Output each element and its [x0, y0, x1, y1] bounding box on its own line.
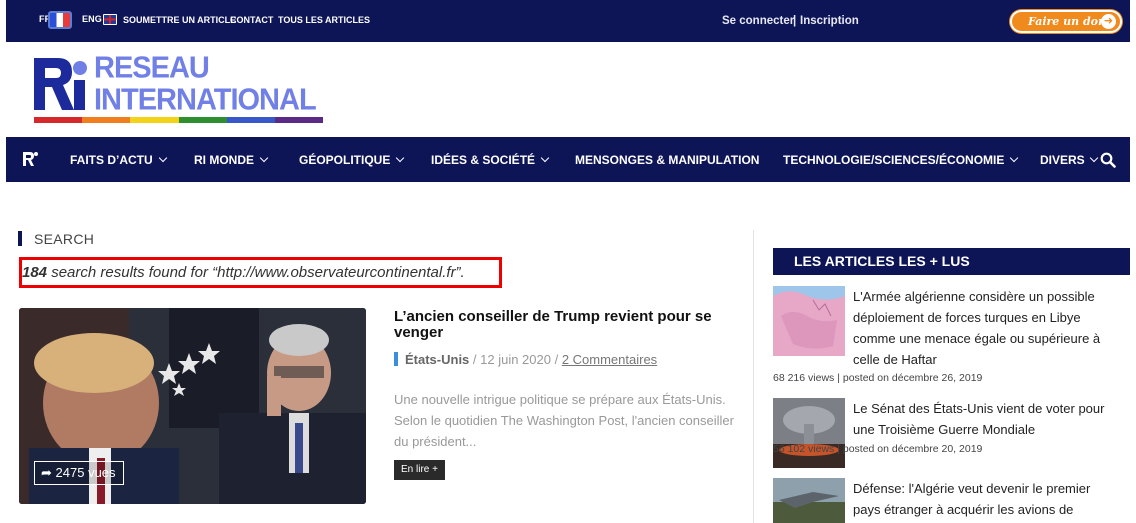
article-meta: États-Unis / 12 juin 2020 / 2 Commentair… — [405, 352, 657, 367]
nav-item-ri-monde[interactable]: RI MONDE — [194, 153, 269, 167]
sidebar-thumbnail[interactable] — [773, 398, 845, 468]
sidebar-thumbnail[interactable] — [773, 478, 845, 523]
search-heading: SEARCH — [34, 231, 95, 247]
nav-item-label: GÉOPOLITIQUE — [299, 153, 391, 167]
all-articles-link[interactable]: TOUS LES ARTICLES — [278, 15, 370, 25]
sidebar-thumbnail[interactable] — [773, 286, 845, 356]
donate-button[interactable]: Faire un don ➜ — [1010, 10, 1122, 33]
logo-text-line1: RESEAU — [94, 51, 210, 85]
article-thumbnail[interactable]: ➦ 2475 vues — [19, 308, 366, 504]
ri-logo-mark-icon — [34, 58, 87, 110]
nav-item-label: TECHNOLOGIE/SCIENCES/ÉCONOMIE — [783, 153, 1005, 167]
nav-item-label: FAITS D’ACTU — [70, 153, 153, 167]
chevron-down-icon — [1089, 153, 1098, 163]
article-category-link[interactable]: États-Unis — [405, 352, 469, 367]
results-text-line: 184 search results found for “http://www… — [22, 264, 465, 281]
map-image — [773, 286, 845, 356]
article-date: / 12 juin 2020 / — [469, 352, 562, 367]
nav-item-label: IDÉES & SOCIÉTÉ — [431, 153, 536, 167]
share-arrow-icon: ➦ — [41, 465, 52, 480]
register-link[interactable]: Inscription — [800, 15, 859, 27]
column-divider — [753, 230, 754, 523]
chevron-down-icon — [540, 153, 550, 163]
views-badge: ➦ 2475 vues — [34, 461, 124, 485]
rainbow-stripe — [34, 117, 324, 123]
explosion-image — [773, 398, 845, 468]
views-count: 2475 vues — [55, 465, 116, 480]
most-read-heading: LES ARTICLES LES + LUS — [773, 248, 1130, 275]
france-flag-icon[interactable] — [48, 11, 72, 29]
results-query-text: search results found for “http://www.obs… — [47, 264, 465, 281]
nav-item-technologie[interactable]: TECHNOLOGIE/SCIENCES/ÉCONOMIE — [783, 153, 1019, 167]
arrow-right-icon: ➜ — [1101, 14, 1116, 29]
chevron-down-icon — [1010, 153, 1019, 163]
nav-item-label: DIVERS — [1040, 153, 1085, 167]
login-link[interactable]: Se connecter — [722, 15, 794, 27]
nav-item-divers[interactable]: DIVERS — [1040, 153, 1098, 167]
account-separator: | — [793, 15, 797, 27]
category-marker — [394, 352, 398, 366]
fighter-jet-image — [773, 478, 845, 523]
chevron-down-icon — [158, 153, 167, 163]
nav-item-idees-societe[interactable]: IDÉES & SOCIÉTÉ — [431, 153, 550, 167]
chevron-down-icon — [396, 153, 405, 163]
sidebar-article-meta: 68 216 views | posted on décembre 26, 20… — [773, 372, 983, 384]
nav-item-mensonges[interactable]: MENSONGES & MANIPULATION — [575, 153, 759, 167]
contact-link[interactable]: CONTACT — [230, 15, 273, 25]
nav-item-label: MENSONGES & MANIPULATION — [575, 153, 760, 167]
sidebar-article-title[interactable]: Le Sénat des États-Unis vient de voter p… — [853, 398, 1115, 440]
article-comments-link[interactable]: 2 Commentaires — [562, 352, 657, 367]
search-icon[interactable] — [1100, 152, 1116, 168]
main-nav: FAITS D’ACTU RI MONDE GÉOPOLITIQUE IDÉES… — [6, 137, 1130, 182]
results-count: 184 — [22, 264, 48, 281]
nav-item-geopolitique[interactable]: GÉOPOLITIQUE — [299, 153, 405, 167]
article-title-link[interactable]: L’ancien conseiller de Trump revient pou… — [394, 309, 739, 341]
home-ri-icon[interactable] — [22, 151, 38, 167]
site-logo[interactable]: RESEAU INTERNATIONAL — [34, 51, 324, 126]
uk-flag-icon[interactable] — [103, 14, 117, 25]
top-bar: FR ENG SOUMETTRE UN ARTICLE CONTACT TOUS… — [6, 0, 1130, 42]
search-results-summary: 184 search results found for “http://www… — [19, 257, 502, 288]
nav-item-label: RI MONDE — [194, 153, 254, 167]
submit-article-link[interactable]: SOUMETTRE UN ARTICLE — [123, 15, 236, 25]
sidebar-article-title[interactable]: L'Armée algérienne considère un possible… — [853, 286, 1115, 370]
nav-item-faits-actu[interactable]: FAITS D’ACTU — [70, 153, 167, 167]
chevron-down-icon — [259, 153, 269, 163]
lang-en-link[interactable]: ENG — [82, 14, 102, 24]
search-label-marker — [18, 231, 22, 246]
donate-label: Faire un don — [1028, 15, 1106, 28]
logo-text-line2: INTERNATIONAL — [94, 83, 317, 117]
article-excerpt: Une nouvelle intrigue politique se prépa… — [394, 392, 734, 449]
sidebar-article-title[interactable]: Défense: l'Algérie veut devenir le premi… — [853, 478, 1115, 523]
read-more-button[interactable]: En lire + — [394, 460, 445, 480]
sidebar-article-meta: 56 102 views | posted on décembre 20, 20… — [773, 443, 983, 455]
